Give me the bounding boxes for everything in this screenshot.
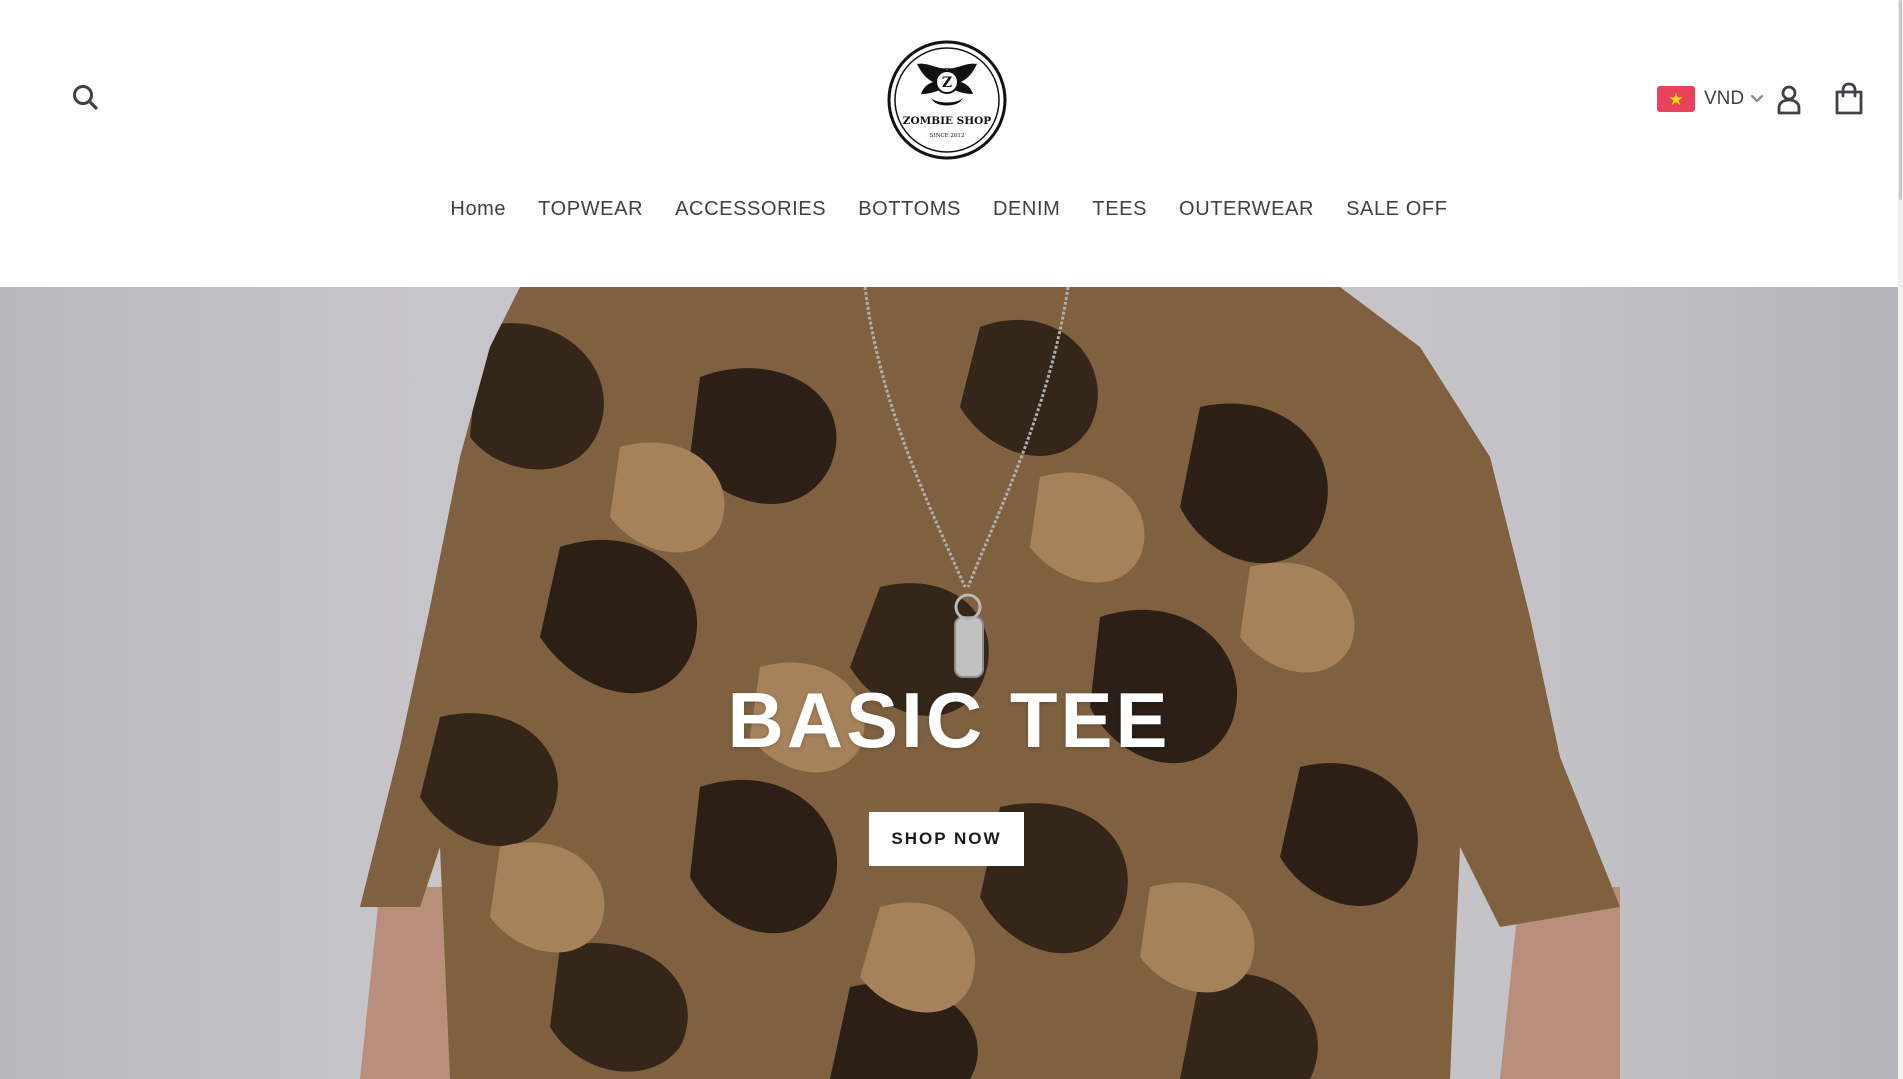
nav-item-outerwear[interactable]: OUTERWEAR <box>1163 192 1330 227</box>
site-logo[interactable]: Z ZOMBIE SHOP SINCE 2012 <box>887 40 1007 160</box>
currency-code: VND <box>1704 88 1745 109</box>
zombie-shop-logo: Z ZOMBIE SHOP SINCE 2012 <box>887 40 1007 160</box>
vietnam-flag-icon <box>1657 86 1695 112</box>
shop-now-button[interactable]: SHOP NOW <box>869 812 1024 866</box>
hero-title: BASIC TEE <box>727 676 1171 764</box>
main-nav: Home TOPWEAR ACCESSORIES BOTTOMS DENIM T… <box>0 192 1898 227</box>
page: Z ZOMBIE SHOP SINCE 2012 VND Home TOPWEA… <box>0 0 1903 1079</box>
scrollbar-thumb[interactable] <box>1899 0 1902 200</box>
cart-icon <box>1835 82 1863 115</box>
page-scrollbar[interactable] <box>1898 0 1903 1079</box>
svg-text:SINCE 2012: SINCE 2012 <box>930 133 965 139</box>
hero-banner: BASIC TEE SHOP NOW <box>0 287 1898 1079</box>
nav-item-topwear[interactable]: TOPWEAR <box>522 192 659 227</box>
user-icon <box>1777 85 1801 115</box>
nav-item-tees[interactable]: TEES <box>1076 192 1163 227</box>
nav-item-home[interactable]: Home <box>434 192 522 227</box>
site-header: Z ZOMBIE SHOP SINCE 2012 VND Home TOPWEA… <box>0 0 1898 287</box>
currency-selector[interactable]: VND <box>1657 84 1764 114</box>
nav-item-sale-off[interactable]: SALE OFF <box>1330 192 1464 227</box>
search-button[interactable] <box>70 82 104 116</box>
chevron-down-icon <box>1751 94 1764 103</box>
account-button[interactable] <box>1776 84 1802 116</box>
nav-item-denim[interactable]: DENIM <box>977 192 1076 227</box>
nav-item-accessories[interactable]: ACCESSORIES <box>659 192 842 227</box>
svg-text:ZOMBIE SHOP: ZOMBIE SHOP <box>903 115 992 127</box>
cart-button[interactable] <box>1834 82 1864 116</box>
nav-item-bottoms[interactable]: BOTTOMS <box>842 192 977 227</box>
search-icon <box>73 85 98 110</box>
svg-text:Z: Z <box>942 75 952 91</box>
